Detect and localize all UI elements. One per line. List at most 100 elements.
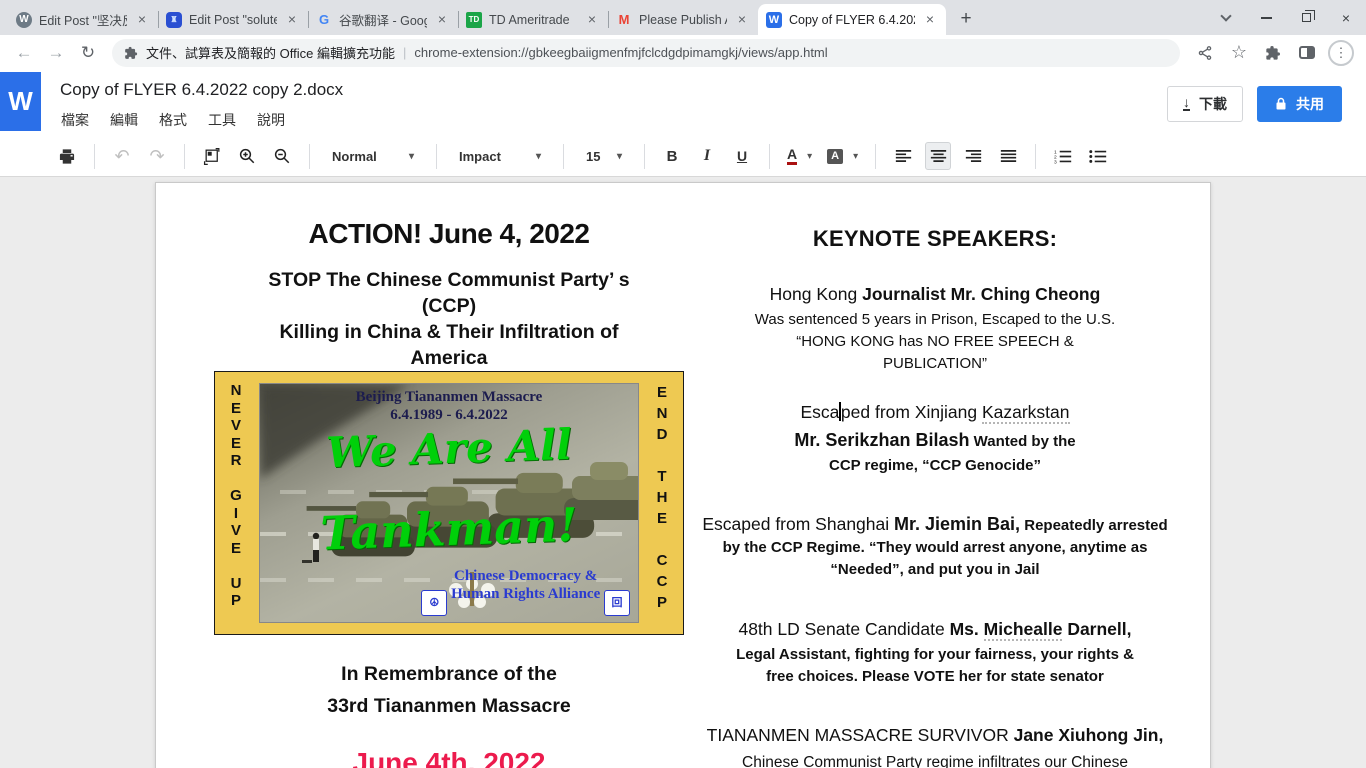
word-app-logo: W: [0, 72, 41, 131]
print-button[interactable]: [54, 142, 80, 170]
minimize-button[interactable]: [1246, 0, 1286, 35]
tab-google-translate[interactable]: G 谷歌翻译 - Google 搜 ×: [308, 4, 458, 35]
undo-button[interactable]: ↶: [109, 142, 135, 170]
paragraph-style-select[interactable]: Normal▾: [324, 142, 422, 170]
text-color-button[interactable]: A▾: [784, 142, 815, 170]
flyer-main-title: ACTION! June 4, 2022: [212, 217, 686, 251]
tab-title: Copy of FLYER 6.4.202: [789, 13, 915, 27]
zoom-out-button[interactable]: [269, 142, 295, 170]
tab-close-icon[interactable]: ×: [134, 12, 150, 28]
speaker-serikzhan-bilash: Escaped from Xinjiang Kazarkstan Mr. Ser…: [701, 399, 1169, 477]
speaker-ching-cheong: Hong Kong Journalist Mr. Ching Cheong Wa…: [701, 281, 1169, 375]
align-justify-button[interactable]: [995, 142, 1021, 170]
google-favicon-icon: G: [316, 12, 332, 28]
browser-tab-strip: W Edit Post "坚决反击中 × ♜ Edit Post "solute…: [0, 0, 1366, 35]
reload-icon[interactable]: ↻: [74, 39, 102, 67]
alliance-favicon-icon: ♜: [166, 12, 182, 28]
tab-gmail[interactable]: M Please Publish ASAP - ×: [608, 4, 758, 35]
restore-button[interactable]: [1286, 0, 1326, 35]
page-url: chrome-extension://gbkeegbaiigmenfmjfclc…: [414, 45, 1168, 60]
tab-close-icon[interactable]: ×: [734, 12, 750, 28]
remembrance-text: In Remembrance of the 33rd Tiananmen Mas…: [212, 658, 686, 722]
tab-close-icon[interactable]: ×: [434, 12, 450, 28]
tankman-flyer-image[interactable]: N E V E R G I V E U P E N D T H E C C P: [214, 371, 684, 635]
zoom-in-button[interactable]: [234, 142, 260, 170]
word-favicon-icon: W: [766, 12, 782, 28]
font-family-select[interactable]: Impact▾: [451, 142, 549, 170]
download-icon: ↓: [1183, 97, 1190, 111]
td-favicon-icon: TD: [466, 12, 482, 28]
browser-menu-icon[interactable]: ⋮: [1326, 39, 1356, 67]
window-controls: ×: [1206, 0, 1366, 35]
lock-icon: [1275, 97, 1287, 111]
tab-wordpress-post-1[interactable]: W Edit Post "坚决反击中 ×: [8, 4, 158, 35]
menu-edit[interactable]: 編輯: [110, 110, 138, 130]
share-icon[interactable]: [1190, 39, 1220, 67]
back-icon[interactable]: ←: [10, 39, 38, 67]
chevron-down-icon: ▾: [536, 151, 541, 162]
side-panel-icon[interactable]: [1292, 39, 1322, 67]
forward-icon[interactable]: →: [42, 39, 70, 67]
font-size-select[interactable]: 15▾: [578, 142, 630, 170]
menu-format[interactable]: 格式: [159, 110, 187, 130]
tab-title: 谷歌翻译 - Google 搜: [339, 10, 427, 29]
chevron-down-icon: ▾: [617, 151, 622, 162]
svg-text:3: 3: [1054, 159, 1057, 164]
download-button[interactable]: ↓ 下載: [1167, 86, 1243, 122]
align-center-button[interactable]: [925, 142, 951, 170]
chevron-down-icon: ▾: [409, 151, 414, 162]
alliance-logo-icon: ☮: [421, 590, 447, 616]
extension-puzzle-icon: [124, 46, 138, 60]
italic-button[interactable]: I: [694, 142, 720, 170]
extensions-icon[interactable]: [1258, 39, 1288, 67]
bulleted-list-button[interactable]: [1085, 142, 1111, 170]
select-objects-button[interactable]: [199, 142, 225, 170]
align-left-button[interactable]: [890, 142, 916, 170]
browser-address-bar: ← → ↻ 文件、試算表及簡報的 Office 編輯擴充功能 | chrome-…: [0, 35, 1366, 70]
never-give-up-vertical-text: N E V E R G I V E U P: [215, 382, 257, 624]
omnibox[interactable]: 文件、試算表及簡報的 Office 編輯擴充功能 | chrome-extens…: [112, 39, 1180, 67]
gmail-favicon-icon: M: [616, 12, 632, 28]
numbered-list-button[interactable]: 123: [1050, 142, 1076, 170]
tab-title: Please Publish ASAP -: [639, 13, 727, 27]
document-page[interactable]: ACTION! June 4, 2022 STOP The Chinese Co…: [155, 182, 1211, 768]
tab-wordpress-post-2[interactable]: ♜ Edit Post "solutely figh ×: [158, 4, 308, 35]
office-editor-header: W Copy of FLYER 6.4.2022 copy 2.docx 檔案 …: [0, 70, 1366, 136]
header-actions: ↓ 下載 共用: [1167, 86, 1342, 122]
tankman-photo: Beijing Tiananmen Massacre 6.4.1989 - 6.…: [259, 383, 639, 623]
align-right-button[interactable]: [960, 142, 986, 170]
tab-close-icon[interactable]: ×: [584, 12, 600, 28]
tab-title: TD Ameritrade: [489, 13, 577, 27]
tab-flyer-docx-active[interactable]: W Copy of FLYER 6.4.202 ×: [758, 4, 946, 35]
flyer-left-column: ACTION! June 4, 2022 STOP The Chinese Co…: [212, 183, 686, 768]
formatting-toolbar: ↶ ↷ Normal▾ Impact▾ 15▾ B I U A▾ A▾ 123: [0, 136, 1366, 176]
editor-canvas: ACTION! June 4, 2022 STOP The Chinese Co…: [0, 176, 1366, 768]
redo-button[interactable]: ↷: [144, 142, 170, 170]
bold-button[interactable]: B: [659, 142, 685, 170]
tab-close-icon[interactable]: ×: [284, 12, 300, 28]
flyer-right-column: KEYNOTE SPEAKERS: Hong Kong Journalist M…: [701, 183, 1169, 768]
share-button[interactable]: 共用: [1257, 86, 1342, 122]
bookmark-star-icon[interactable]: ☆: [1224, 39, 1254, 67]
wordpress-favicon-icon: W: [16, 12, 32, 28]
speaker-michealle-darnell: 48th LD Senate Candidate Ms. Michealle D…: [701, 616, 1169, 688]
document-title[interactable]: Copy of FLYER 6.4.2022 copy 2.docx: [60, 80, 343, 100]
menu-help[interactable]: 說明: [257, 110, 285, 130]
underline-button[interactable]: U: [729, 142, 755, 170]
menu-file[interactable]: 檔案: [61, 110, 89, 130]
keynote-speakers-heading: KEYNOTE SPEAKERS:: [701, 225, 1169, 253]
tab-td-ameritrade[interactable]: TD TD Ameritrade ×: [458, 4, 608, 35]
highlight-color-button[interactable]: A▾: [824, 142, 861, 170]
speaker-jane-xiuhong-jin: TIANANMEN MASSACRE SURVIVOR Jane Xiuhong…: [701, 722, 1169, 768]
tab-title: Edit Post "坚决反击中: [39, 10, 127, 29]
menu-tools[interactable]: 工具: [208, 110, 236, 130]
chevron-down-icon: ▾: [853, 151, 858, 162]
close-window-button[interactable]: ×: [1326, 0, 1366, 35]
speaker-jiemin-bai: Escaped from Shanghai Mr. Jiemin Bai, Re…: [701, 513, 1169, 581]
tab-close-icon[interactable]: ×: [922, 12, 938, 28]
menu-bar: 檔案 編輯 格式 工具 說明: [61, 110, 285, 130]
tab-title: Edit Post "solutely figh: [189, 13, 277, 27]
new-tab-button[interactable]: +: [952, 5, 980, 33]
tab-search-chevron-icon[interactable]: [1206, 0, 1246, 35]
omnibox-separator: |: [403, 45, 406, 60]
